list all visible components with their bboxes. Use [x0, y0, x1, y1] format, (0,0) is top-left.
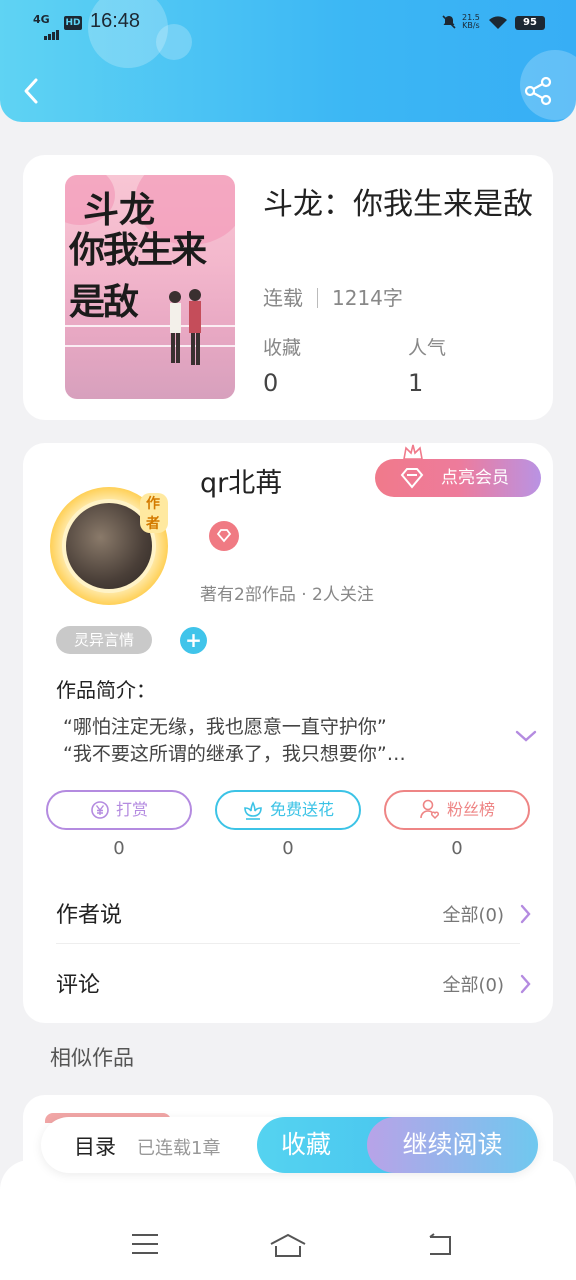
- fan-rank-label: 粉丝榜: [446, 800, 495, 819]
- author-notes-row[interactable]: 作者说 全部(0): [56, 879, 532, 949]
- back-button[interactable]: [18, 74, 48, 108]
- author-notes-count: 全部(0): [442, 905, 505, 926]
- send-flower-label: 免费送花: [269, 800, 334, 819]
- book-cover[interactable]: 斗龙 你我生来是敌: [65, 175, 235, 399]
- favorites-value: 0: [263, 369, 279, 397]
- add-tag-button[interactable]: +: [180, 627, 207, 654]
- genre-tag[interactable]: 灵异言情: [56, 626, 152, 654]
- vip-badge: [209, 521, 239, 551]
- toc-button[interactable]: 目录: [74, 1131, 116, 1161]
- net-speed: 21.5 KB/s: [462, 13, 480, 30]
- vip-button[interactable]: 点亮会员: [375, 459, 541, 497]
- book-title: 斗龙：你我生来是敌: [263, 187, 533, 222]
- vip-button-label: 点亮会员: [441, 468, 509, 488]
- cover-figures: [169, 289, 201, 365]
- bottom-action-bar: 目录 已连载1章 收藏 继续阅读: [41, 1117, 538, 1173]
- fan-rank-icon: [420, 799, 440, 820]
- wifi-icon: [489, 16, 507, 29]
- book-meta: 连载 1214字: [263, 282, 403, 311]
- yen-coin-icon: [91, 801, 109, 819]
- divider: [56, 943, 520, 944]
- comments-label: 评论: [56, 973, 101, 998]
- diamond-icon: [400, 468, 424, 489]
- fan-count: 0: [451, 838, 463, 859]
- signal-icon: [44, 21, 60, 40]
- intro-line: “哪怕注定无缘，我也愿意一直守护你”: [63, 716, 387, 738]
- chevron-right-icon: [520, 904, 531, 924]
- back-icon[interactable]: [424, 1232, 454, 1258]
- divider: [317, 288, 318, 308]
- diamond-icon: [216, 529, 232, 543]
- tip-count: 0: [113, 838, 125, 859]
- favorites-label: 收藏: [263, 337, 302, 359]
- clock: 16:48: [90, 10, 141, 32]
- battery-level: 95: [515, 16, 545, 30]
- system-nav-bar: [0, 1160, 576, 1280]
- author-avatar-frame[interactable]: 作者: [50, 487, 168, 605]
- word-count: 1214字: [332, 286, 403, 310]
- send-flower-button[interactable]: 免费送花: [215, 790, 361, 830]
- book-status: 连载: [263, 286, 303, 310]
- menu-icon[interactable]: [130, 1232, 160, 1256]
- book-info-card: 斗龙 你我生来是敌 斗龙：你我生来是敌 连载 1214字 收藏 人气 0 1: [23, 155, 553, 420]
- flower-count: 0: [282, 838, 294, 859]
- tip-button[interactable]: 打赏: [46, 790, 192, 830]
- chevron-right-icon: [520, 974, 531, 994]
- comments-count: 全部(0): [442, 975, 505, 996]
- mute-bell-icon: [442, 15, 456, 29]
- similar-works-title: 相似作品: [50, 1046, 134, 1070]
- continue-reading-button[interactable]: 继续阅读: [367, 1117, 538, 1173]
- fan-rank-button[interactable]: 粉丝榜: [384, 790, 530, 830]
- share-button[interactable]: [522, 74, 556, 108]
- intro-line: “我不要这所谓的继承了，我只想要你”…: [63, 743, 406, 765]
- author-badge: 作者: [140, 493, 168, 533]
- chevron-down-icon[interactable]: [514, 728, 538, 744]
- author-name[interactable]: qr北苒: [200, 461, 282, 500]
- flower-icon: [244, 801, 262, 820]
- header: 4G HD 16:48 21.5 KB/s 95: [0, 0, 576, 122]
- status-bar: 4G HD 16:48 21.5 KB/s 95: [0, 8, 576, 40]
- comments-row[interactable]: 评论 全部(0): [56, 949, 532, 1019]
- author-card: 作者 qr北苒 点亮会员 著有2部作品 · 2人关注 灵异言情 + 作品简介： …: [23, 443, 553, 1023]
- hd-badge: HD: [64, 16, 82, 30]
- intro-text: “哪怕注定无缘，我也愿意一直守护你” “我不要这所谓的继承了，我只想要你”…: [63, 714, 483, 768]
- chevron-left-icon: [24, 78, 38, 104]
- home-icon[interactable]: [268, 1232, 308, 1260]
- popularity-label: 人气: [408, 337, 447, 359]
- popularity-value: 1: [408, 369, 424, 397]
- intro-title: 作品简介：: [56, 678, 156, 702]
- chapter-count: 已连载1章: [137, 1138, 221, 1159]
- author-notes-label: 作者说: [56, 903, 123, 928]
- share-icon: [524, 76, 552, 106]
- author-stats: 著有2部作品 · 2人关注: [200, 585, 374, 605]
- tip-label: 打赏: [115, 800, 148, 819]
